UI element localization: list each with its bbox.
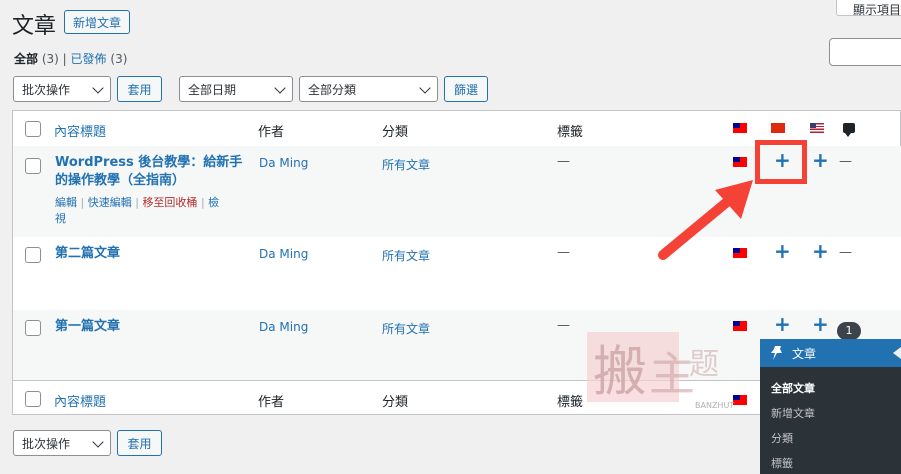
bulk-actions-select-top[interactable]: 批次操作 <box>13 76 111 102</box>
menu-item-categories[interactable]: 分類 <box>771 430 793 446</box>
category-link[interactable]: 所有文章 <box>382 320 430 337</box>
category-link[interactable]: 所有文章 <box>382 247 430 264</box>
chevron-down-icon <box>92 436 104 448</box>
select-all-checkbox[interactable] <box>25 391 41 407</box>
tags-value: — <box>557 154 570 169</box>
view-published-count: (3) <box>110 52 128 66</box>
flyout-heading-label: 文章 <box>792 347 817 361</box>
taiwan-flag-icon <box>733 395 747 405</box>
post-title-link[interactable]: WordPress 後台教學：給新手 的操作教學（全指南） <box>55 154 242 190</box>
add-new-post-button[interactable]: 新增文章 <box>64 10 130 34</box>
column-author-header: 作者 <box>258 395 285 410</box>
add-translation-us-icon[interactable]: + <box>812 241 829 261</box>
flyout-heading[interactable]: 文章 <box>760 339 901 367</box>
category-filter-select[interactable]: 全部分類 <box>299 76 438 102</box>
svg-text:BANZHUTI.COM: BANZHUTI.COM <box>695 401 735 410</box>
column-tags-header: 標籤 <box>557 125 584 140</box>
chevron-down-icon <box>419 82 431 94</box>
date-filter-select[interactable]: 全部日期 <box>179 76 293 102</box>
chevron-down-icon <box>274 82 286 94</box>
column-tags-header: 標籤 <box>557 395 584 410</box>
row-checkbox[interactable] <box>25 247 41 263</box>
view-separator: | <box>62 52 67 66</box>
column-title-header[interactable]: 內容標題 <box>54 121 106 140</box>
view-published-link[interactable]: 已發佈 <box>71 52 107 66</box>
post-title-link[interactable]: 第一篇文章 <box>55 318 120 336</box>
add-translation-cn-icon[interactable]: + <box>774 241 791 261</box>
comment-count-badge[interactable]: 1 <box>837 322 861 340</box>
row-actions: 編輯 | 快速編輯 | 移至回收桶 | 檢 視 <box>55 195 240 227</box>
row-checkbox[interactable] <box>25 158 41 174</box>
author-link[interactable]: Da Ming <box>259 156 308 170</box>
menu-pointer-icon <box>893 347 901 359</box>
taiwan-flag-icon <box>733 123 747 133</box>
highlight-box <box>755 140 807 184</box>
chevron-down-icon <box>92 82 104 94</box>
column-title-header[interactable]: 內容標題 <box>54 391 106 410</box>
add-translation-cn-icon[interactable]: + <box>774 314 791 334</box>
view-link[interactable]: 視 <box>55 212 66 225</box>
search-input[interactable] <box>829 38 901 66</box>
action-separator: | <box>80 196 85 209</box>
bulk-actions-select-bottom[interactable]: 批次操作 <box>13 430 111 456</box>
action-separator: | <box>135 196 139 209</box>
svg-text:搬: 搬 <box>593 340 647 403</box>
add-translation-us-icon[interactable]: + <box>812 150 829 170</box>
bulk-actions-value: 批次操作 <box>22 436 71 451</box>
comments-value: — <box>839 154 852 169</box>
comments-value: — <box>839 245 852 260</box>
menu-item-all-posts[interactable]: 全部文章 <box>771 380 815 396</box>
admin-menu-flyout: 文章 全部文章 新增文章 分類 標籤 <box>760 339 901 474</box>
menu-item-add-new[interactable]: 新增文章 <box>771 405 815 421</box>
tags-value: — <box>557 318 570 333</box>
author-link[interactable]: Da Ming <box>259 247 308 261</box>
page-title: 文章 <box>12 14 57 39</box>
apply-button-top[interactable]: 套用 <box>117 76 162 102</box>
view-all-link[interactable]: 全部 <box>14 52 38 66</box>
row-checkbox[interactable] <box>25 320 41 336</box>
post-status-views: 全部 (3) | 已發佈 (3) <box>14 50 127 67</box>
table-row: 第二篇文章 Da Ming 所有文章 — + + — <box>13 237 901 310</box>
pointer-arrow-icon <box>658 180 753 260</box>
date-filter-value: 全部日期 <box>188 82 237 97</box>
view-link[interactable]: 檢 <box>208 196 219 209</box>
post-title-line: WordPress 後台教學：給新手 <box>55 155 243 170</box>
filter-button[interactable]: 篩選 <box>444 76 488 102</box>
apply-button-bottom[interactable]: 套用 <box>117 430 162 456</box>
author-link[interactable]: Da Ming <box>259 320 308 334</box>
category-link[interactable]: 所有文章 <box>382 156 430 173</box>
menu-item-tags[interactable]: 標籤 <box>771 455 793 471</box>
add-translation-us-icon[interactable]: + <box>812 314 829 334</box>
column-categories-header: 分類 <box>382 125 409 140</box>
column-categories-header: 分類 <box>382 395 409 410</box>
edit-link[interactable]: 編輯 <box>55 196 77 209</box>
svg-text:题: 题 <box>689 347 719 382</box>
post-title-line: 的操作教學（全指南） <box>55 173 186 188</box>
view-all-count: (3) <box>41 52 59 66</box>
taiwan-flag-icon <box>733 157 747 167</box>
us-flag-icon <box>810 123 824 133</box>
quick-edit-link[interactable]: 快速編輯 <box>88 196 132 209</box>
action-separator: | <box>200 196 205 209</box>
tags-value: — <box>557 245 570 260</box>
post-title-link[interactable]: 第二篇文章 <box>55 245 120 263</box>
category-filter-value: 全部分類 <box>308 82 357 97</box>
pushpin-icon <box>771 346 782 360</box>
watermark: 搬 主 题 BANZHUTI.COM <box>585 328 758 414</box>
column-author-header: 作者 <box>258 125 285 140</box>
watermark-logo-icon: 搬 主 题 BANZHUTI.COM <box>587 332 758 410</box>
china-flag-icon <box>771 123 785 133</box>
comment-bubble-icon <box>843 123 855 137</box>
bulk-actions-value: 批次操作 <box>22 82 71 97</box>
taiwan-flag-icon <box>733 321 747 331</box>
select-all-checkbox[interactable] <box>25 121 41 137</box>
trash-link[interactable]: 移至回收桶 <box>142 196 197 209</box>
screen-options-button[interactable]: 顯示項目 <box>836 0 901 17</box>
